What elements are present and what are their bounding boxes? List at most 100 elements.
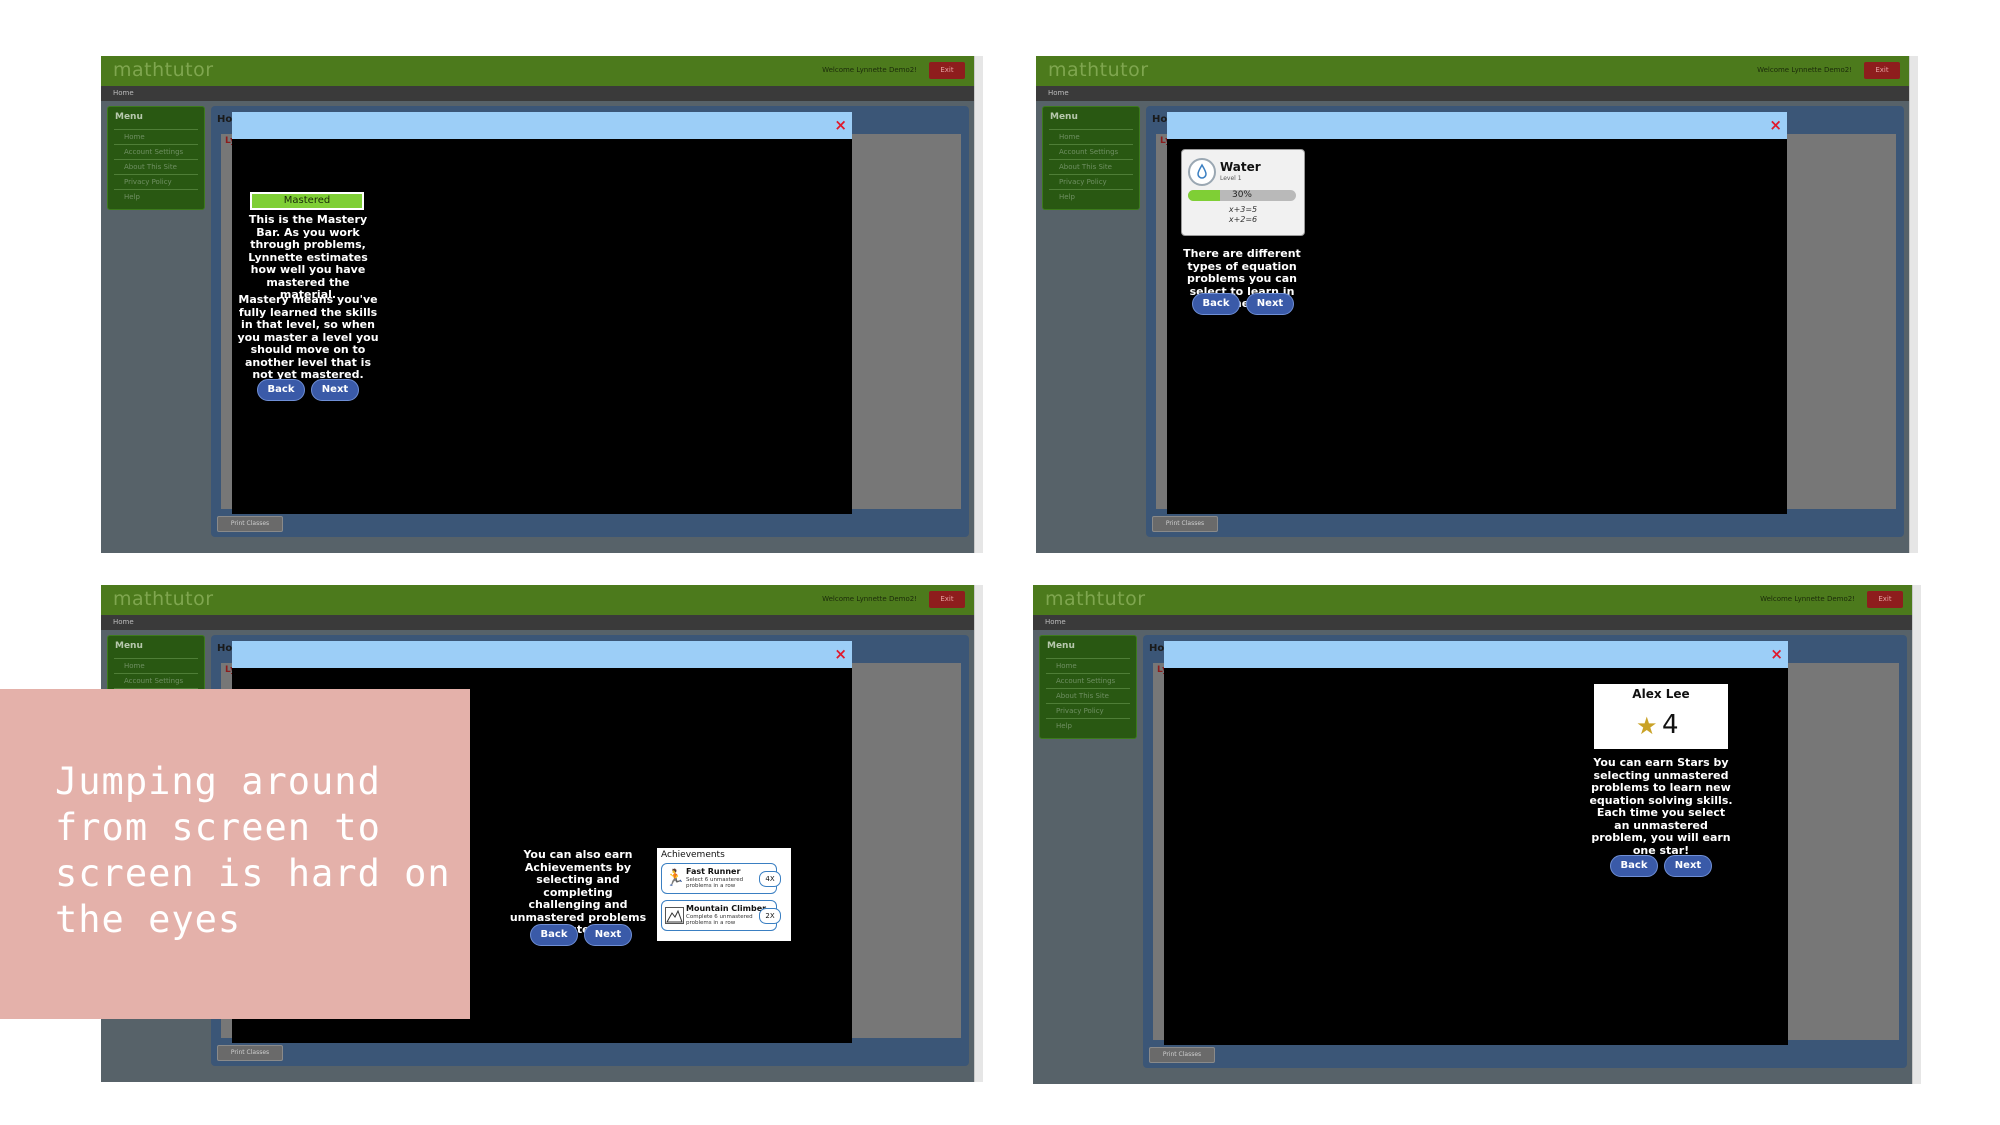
next-button[interactable]: Next xyxy=(1664,855,1712,877)
print-classes-button[interactable]: Print Classes xyxy=(217,1045,283,1061)
scrollbar[interactable] xyxy=(1909,56,1918,553)
tutorial-modal: × Mastered This is the Mastery Bar. As y… xyxy=(232,112,852,514)
welcome-text: Welcome Lynnette Demo2! xyxy=(822,595,917,603)
mastery-bar: Mastered xyxy=(250,192,364,210)
next-button[interactable]: Next xyxy=(311,379,359,401)
level-sub: Level 1 xyxy=(1220,175,1242,182)
water-drop-icon xyxy=(1188,158,1216,186)
caption-text: Jumping around from screen to screen is … xyxy=(55,760,451,941)
screenshot-levels: mathtutor Welcome Lynnette Demo2! Exit H… xyxy=(1036,56,1918,553)
back-button[interactable]: Back xyxy=(257,379,305,401)
achievements-text: You can also earn Achievements by select… xyxy=(509,848,647,936)
screenshot-stars: mathtutor Welcome Lynnette Demo2! Exit H… xyxy=(1033,585,1921,1084)
top-bar: mathtutor Welcome Lynnette Demo2! Exit xyxy=(101,56,975,86)
sidebar-menu: Menu Home Account Settings About This Si… xyxy=(1039,635,1137,739)
sidebar-item-about[interactable]: About This Site xyxy=(1046,688,1130,703)
top-bar: mathtutor Welcome Lynnette Demo2! Exit xyxy=(101,585,975,615)
welcome-text: Welcome Lynnette Demo2! xyxy=(822,66,917,74)
tutorial-modal: × Water Level 1 30% x+3=5 x+2=6 There ar… xyxy=(1167,112,1787,514)
next-button[interactable]: Next xyxy=(584,924,632,946)
modal-header: × xyxy=(1164,641,1788,668)
back-button[interactable]: Back xyxy=(530,924,578,946)
achievements-title: Achievements xyxy=(661,850,725,860)
close-icon[interactable]: × xyxy=(834,645,847,663)
achievements-box: Achievements 🏃 Fast Runner Select 6 unma… xyxy=(657,848,791,941)
breadcrumb: Home xyxy=(1033,615,1913,630)
caption-overlay: Jumping around from screen to screen is … xyxy=(0,689,470,1019)
level-name: Water xyxy=(1220,160,1261,174)
close-icon[interactable]: × xyxy=(1769,116,1782,134)
mastery-text-1: This is the Mastery Bar. As you work thr… xyxy=(248,213,368,301)
mountain-icon xyxy=(665,907,684,924)
welcome-text: Welcome Lynnette Demo2! xyxy=(1757,66,1852,74)
logo: mathtutor xyxy=(1045,588,1146,610)
breadcrumb: Home xyxy=(101,615,975,630)
screenshot-mastery: mathtutor Welcome Lynnette Demo2! Exit H… xyxy=(101,56,983,553)
next-button[interactable]: Next xyxy=(1246,293,1294,315)
sidebar-item-privacy[interactable]: Privacy Policy xyxy=(1049,174,1133,189)
exit-button[interactable]: Exit xyxy=(929,591,965,608)
sidebar-menu: Menu Home Account Settings About This Si… xyxy=(107,106,205,210)
close-icon[interactable]: × xyxy=(1770,645,1783,663)
sidebar-item-account-settings[interactable]: Account Settings xyxy=(114,673,198,688)
student-star-card: Alex Lee ★ 4 xyxy=(1594,684,1728,749)
breadcrumb-home[interactable]: Home xyxy=(1048,89,1069,97)
close-icon[interactable]: × xyxy=(834,116,847,134)
modal-header: × xyxy=(232,112,852,139)
achievement-fast-runner: 🏃 Fast Runner Select 6 unmastered proble… xyxy=(661,863,781,894)
sidebar-item-about[interactable]: About This Site xyxy=(1049,159,1133,174)
level-equation-2: x+2=6 xyxy=(1228,215,1258,224)
top-bar: mathtutor Welcome Lynnette Demo2! Exit xyxy=(1036,56,1910,86)
achievement-mountain-climber: Mountain Climber Complete 6 unmastered p… xyxy=(661,900,781,931)
sidebar-item-help[interactable]: Help xyxy=(1046,718,1130,733)
level-card[interactable]: Water Level 1 30% x+3=5 x+2=6 xyxy=(1181,149,1305,236)
breadcrumb-home[interactable]: Home xyxy=(113,89,134,97)
panel-title: Ho xyxy=(217,114,233,125)
sidebar-item-help[interactable]: Help xyxy=(1049,189,1133,204)
welcome-text: Welcome Lynnette Demo2! xyxy=(1760,595,1855,603)
exit-button[interactable]: Exit xyxy=(1864,62,1900,79)
exit-button[interactable]: Exit xyxy=(929,62,965,79)
achievement-count-badge: 2X xyxy=(759,908,781,924)
panel-title: Ho xyxy=(1152,114,1168,125)
sidebar-item-account-settings[interactable]: Account Settings xyxy=(114,144,198,159)
achievement-count-badge: 4X xyxy=(759,871,781,887)
modal-header: × xyxy=(232,641,852,668)
panel-title: Ho xyxy=(1149,643,1165,654)
sidebar-item-help[interactable]: Help xyxy=(114,189,198,204)
level-progress-bar: 30% xyxy=(1188,190,1296,201)
sidebar-item-home[interactable]: Home xyxy=(114,658,198,673)
menu-title: Menu xyxy=(1050,112,1078,122)
print-classes-button[interactable]: Print Classes xyxy=(1149,1047,1215,1063)
sidebar-item-home[interactable]: Home xyxy=(114,129,198,144)
sidebar-item-privacy[interactable]: Privacy Policy xyxy=(1046,703,1130,718)
sidebar-item-privacy[interactable]: Privacy Policy xyxy=(114,174,198,189)
print-classes-button[interactable]: Print Classes xyxy=(217,516,283,532)
stars-text: You can earn Stars by selecting unmaster… xyxy=(1589,756,1733,857)
mastery-text-2: Mastery means you've fully learned the s… xyxy=(237,293,379,381)
breadcrumb-home[interactable]: Home xyxy=(1045,618,1066,626)
menu-title: Menu xyxy=(115,112,143,122)
level-equation-1: x+3=5 xyxy=(1228,205,1258,214)
star-icon: ★ xyxy=(1636,712,1658,740)
back-button[interactable]: Back xyxy=(1610,855,1658,877)
scrollbar[interactable] xyxy=(1912,585,1921,1084)
print-classes-button[interactable]: Print Classes xyxy=(1152,516,1218,532)
sidebar-item-account-settings[interactable]: Account Settings xyxy=(1046,673,1130,688)
achievement-title: Mountain Climber xyxy=(686,904,767,913)
panel-title: Ho xyxy=(217,643,233,654)
sidebar-item-home[interactable]: Home xyxy=(1046,658,1130,673)
sidebar-item-home[interactable]: Home xyxy=(1049,129,1133,144)
back-button[interactable]: Back xyxy=(1192,293,1240,315)
breadcrumb-home[interactable]: Home xyxy=(113,618,134,626)
scrollbar[interactable] xyxy=(974,585,983,1082)
sidebar-item-account-settings[interactable]: Account Settings xyxy=(1049,144,1133,159)
menu-title: Menu xyxy=(115,641,143,651)
sidebar-item-about[interactable]: About This Site xyxy=(114,159,198,174)
exit-button[interactable]: Exit xyxy=(1867,591,1903,608)
star-count: 4 xyxy=(1662,710,1679,740)
scrollbar[interactable] xyxy=(974,56,983,553)
sidebar-menu: Menu Home Account Settings About This Si… xyxy=(1042,106,1140,210)
runner-icon: 🏃 xyxy=(665,868,685,887)
achievement-title: Fast Runner xyxy=(686,867,741,876)
